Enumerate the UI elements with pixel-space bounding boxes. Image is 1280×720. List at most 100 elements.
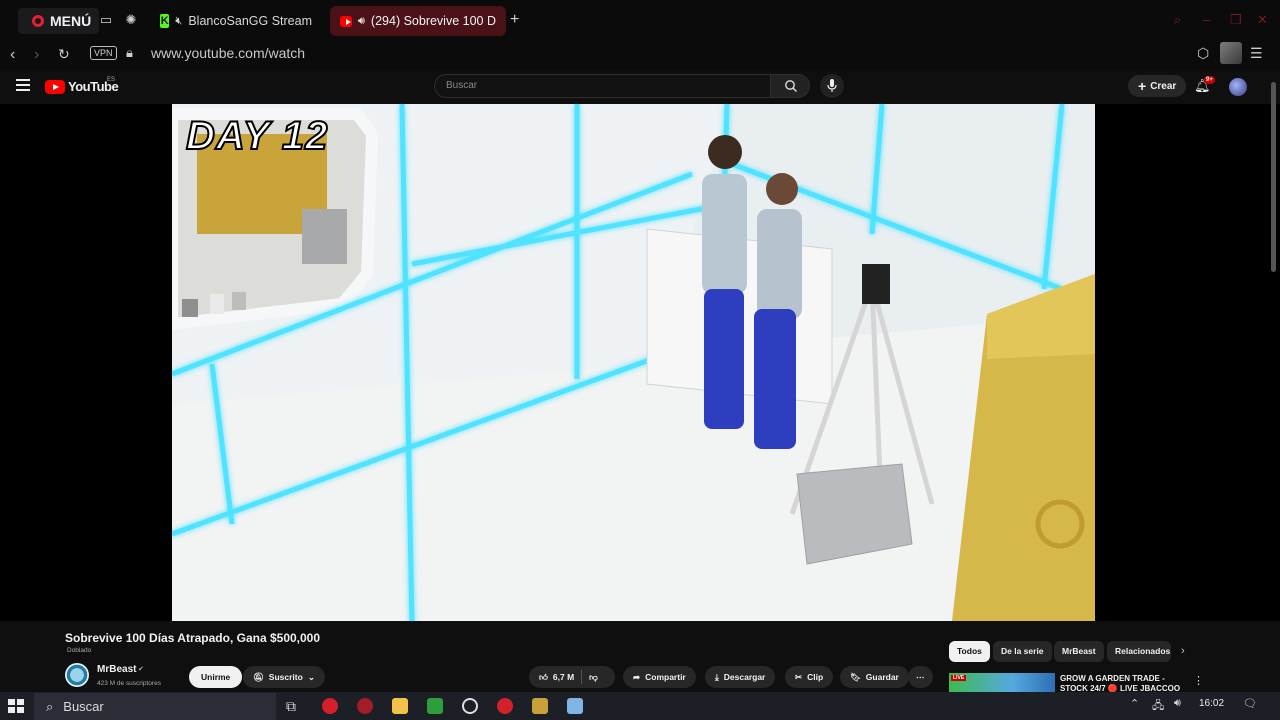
share-label: Compartir	[645, 672, 686, 682]
search-tabs-icon[interactable]: ⌕	[1174, 12, 1181, 28]
windows-taskbar: ⌕ Buscar	[0, 692, 1280, 720]
create-button[interactable]: + Crear	[1128, 75, 1187, 97]
notepad-icon[interactable]	[567, 698, 583, 714]
like-dislike-group: 👍︎ 6,7 M 👎︎	[529, 666, 615, 688]
video-scene	[172, 104, 1095, 621]
ai-icon[interactable]: ✺	[123, 12, 139, 28]
dislike-icon[interactable]: 👎︎	[589, 672, 598, 683]
chip-all[interactable]: Todos	[949, 641, 990, 662]
network-icon[interactable]: 🖧︎	[1152, 697, 1164, 716]
kick-icon: K	[160, 14, 170, 28]
file-explorer-icon[interactable]	[392, 698, 408, 714]
excel-like-icon[interactable]	[427, 698, 443, 714]
taskbar-search-label: Buscar	[63, 699, 104, 714]
like-icon[interactable]: 👍︎	[539, 672, 548, 683]
chevron-down-icon: ⌄	[307, 671, 315, 682]
mute-icon[interactable]: 🔇︎	[175, 15, 182, 28]
opera-logo-icon	[32, 15, 44, 27]
url-field[interactable]: www.youtube.com/watch	[151, 45, 305, 61]
tab-blancosangg[interactable]: K 🔇︎ BlancoSanGG Stream	[150, 6, 322, 36]
search-icon	[785, 80, 797, 92]
region-code: ES	[107, 77, 116, 83]
gamepad-icon[interactable]: ▭	[98, 12, 114, 28]
search-button[interactable]	[770, 74, 810, 98]
day-overlay-text: DAY 12	[185, 113, 329, 159]
subscribed-button[interactable]: 🔕︎ Suscrito ⌄	[243, 666, 325, 688]
lock-icon[interactable]: 🔒︎	[126, 45, 133, 61]
notification-center-icon[interactable]: 🗨︎	[1243, 697, 1257, 710]
restore-icon[interactable]: ❐	[1230, 12, 1242, 28]
create-label: Crear	[1150, 80, 1177, 92]
download-icon: ⤓	[715, 671, 719, 682]
vpn-badge[interactable]: VPN	[90, 46, 117, 60]
share-button[interactable]: ➦ Compartir	[623, 666, 696, 688]
tab-youtube-video[interactable]: 🔊︎ (294) Sobrevive 100 D	[330, 6, 506, 36]
more-actions-button[interactable]: ⋯	[908, 666, 933, 688]
speaker-icon[interactable]: 🔊︎	[358, 15, 365, 28]
forward-icon[interactable]: ›	[34, 46, 39, 64]
back-icon[interactable]: ‹	[10, 46, 15, 64]
chevron-right-icon[interactable]: ›	[1181, 645, 1185, 657]
chip-channel[interactable]: MrBeast	[1054, 641, 1104, 662]
recommendation-thumbnail[interactable]: LIVE	[949, 673, 1055, 693]
volume-icon[interactable]: 🔊︎	[1174, 697, 1181, 710]
join-button[interactable]: Unirme	[189, 666, 243, 688]
windows-start-icon[interactable]	[8, 699, 24, 713]
hamburger-menu-icon[interactable]	[16, 79, 30, 91]
channel-name[interactable]: MrBeast	[97, 664, 136, 675]
youtube-header: YouTube ES Buscar + Crear 🔔︎ 9+	[0, 70, 1280, 104]
tab-label: BlancoSanGG Stream	[188, 14, 312, 28]
minimize-icon[interactable]: –	[1203, 12, 1210, 27]
notification-count-badge: 9+	[1204, 76, 1215, 84]
account-avatar[interactable]	[1229, 78, 1247, 96]
search-input[interactable]: Buscar	[434, 74, 770, 98]
task-view-icon[interactable]: ⧉	[286, 698, 302, 714]
chevron-up-icon[interactable]: ⌃	[1130, 697, 1139, 710]
video-title: Sobrevive 100 Días Atrapado, Gana $500,0…	[65, 631, 321, 645]
share-icon: ➦	[633, 671, 641, 682]
verified-icon: ✔︎	[138, 666, 144, 673]
bookmark-icon: 🔖︎	[850, 671, 861, 682]
browser-menu-button[interactable]: MENÚ	[18, 8, 100, 34]
clip-label: Clip	[807, 672, 824, 682]
reload-icon[interactable]: ↻	[58, 46, 70, 63]
taskbar-search[interactable]: ⌕ Buscar	[34, 693, 276, 720]
address-bar: ‹ › ↻ VPN 🔒︎ www.youtube.com/watch ⬡ ☰	[0, 40, 1280, 70]
bell-icon: 🔕︎	[253, 671, 264, 682]
save-label: Guardar	[865, 672, 899, 682]
channel-avatar[interactable]	[65, 663, 89, 687]
download-button[interactable]: ⤓ Descargar	[705, 666, 776, 688]
clip-button[interactable]: ✂ Clip	[785, 666, 834, 688]
clock[interactable]: 16:02	[1199, 698, 1224, 709]
new-tab-button[interactable]: +	[510, 11, 519, 29]
save-button[interactable]: 🔖︎ Guardar	[840, 666, 909, 688]
close-icon[interactable]: ✕	[1257, 12, 1268, 28]
like-count[interactable]: 6,7 M	[553, 672, 574, 682]
browser-menu-label: MENÚ	[50, 13, 92, 29]
subscriber-count: 423 M de suscriptores	[97, 680, 161, 687]
scrollbar-thumb[interactable]	[1271, 82, 1276, 272]
minecraft-launcher-icon[interactable]	[532, 698, 548, 714]
divider	[581, 670, 583, 684]
search-icon: ⌕	[46, 698, 54, 714]
youtube-play-icon	[45, 79, 65, 94]
voice-search-button[interactable]	[820, 74, 844, 98]
opera-gx-taskbar-icon[interactable]	[322, 698, 338, 714]
easy-setup-icon[interactable]: ☰	[1250, 45, 1263, 62]
plus-icon: +	[1138, 78, 1147, 94]
chatgpt-icon[interactable]	[462, 698, 478, 714]
chip-related[interactable]: Relacionados	[1107, 641, 1171, 662]
dubbed-tag: Doblado	[67, 647, 92, 654]
profile-icon[interactable]	[1220, 42, 1242, 64]
opera-taskbar-icon[interactable]	[357, 698, 373, 714]
browser-tab-bar: MENÚ ▭ ✺ K 🔇︎ BlancoSanGG Stream 🔊︎ (294…	[0, 0, 1280, 40]
chip-series[interactable]: De la serie	[993, 641, 1052, 662]
extensions-icon[interactable]: ⬡	[1197, 45, 1209, 62]
youtube-favicon-icon	[340, 15, 352, 27]
live-badge: LIVE	[951, 675, 967, 681]
video-frame[interactable]: DAY 12	[172, 104, 1095, 621]
download-label: Descargar	[723, 672, 766, 682]
recommendation-title[interactable]: GROW A GARDEN TRADE - STOCK 24/7 🔴 LIVE …	[1060, 674, 1182, 693]
more-vertical-icon[interactable]: ⋮	[1193, 674, 1204, 687]
opera-second-icon[interactable]	[497, 698, 513, 714]
